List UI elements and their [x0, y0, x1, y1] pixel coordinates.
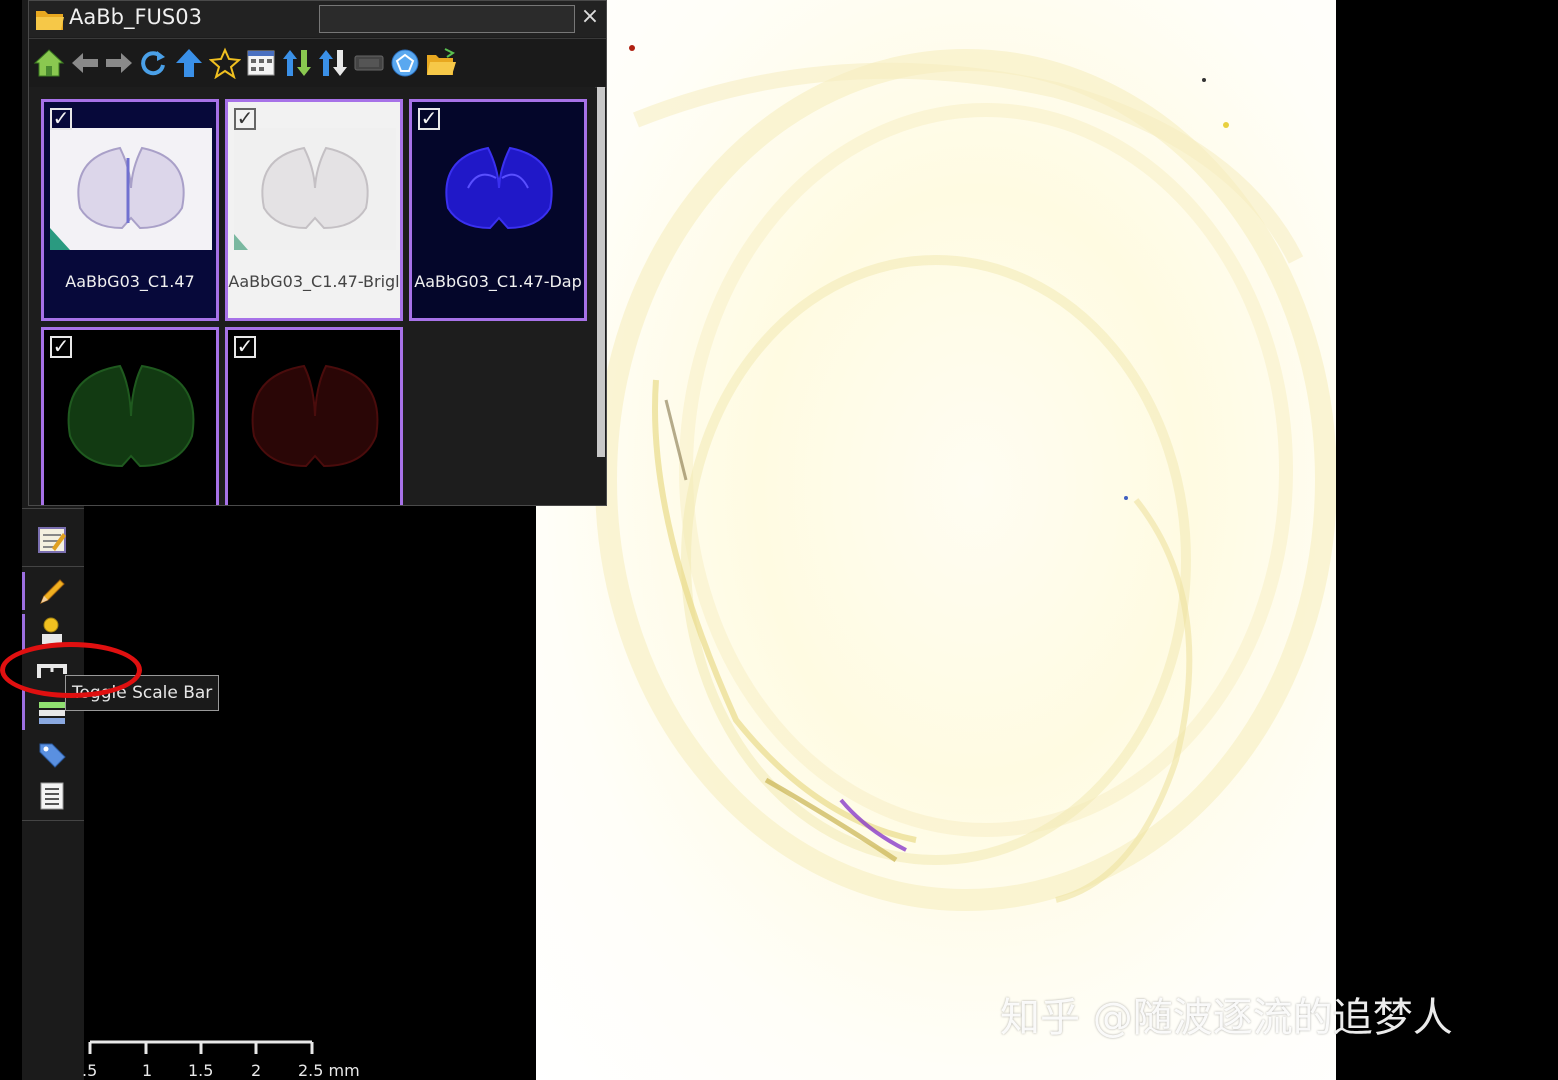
thumbnail-grid: ✓ AaBbG03_C1.47 ✓ AaBbG03_C1.47-Brigl ✓ … [29, 87, 595, 505]
tag-icon[interactable] [36, 738, 68, 770]
thumbnail-label: AaBbG03_C1.47-Dap [414, 272, 582, 291]
annotation-note-icon[interactable] [36, 524, 68, 556]
toolbar-divider [22, 566, 84, 567]
open-folder-icon[interactable] [425, 47, 457, 79]
thumbnail-image [251, 364, 379, 468]
scale-tick-label: .5 [82, 1061, 98, 1080]
scale-tick-label: 1 [142, 1061, 153, 1080]
thumbnail-label: AaBbG03_C1.47 [65, 272, 195, 291]
thumbnail-scrollbar[interactable] [597, 87, 605, 457]
thumbnail-image [67, 364, 195, 468]
scale-tick-label: 2.5 mm [298, 1061, 360, 1080]
scale-bar-ruler [88, 1040, 314, 1054]
thumbnail-image [445, 146, 553, 230]
grid-view-icon[interactable] [245, 47, 277, 79]
image-viewer[interactable] [536, 0, 1336, 1080]
pencil-icon[interactable] [36, 576, 68, 608]
thumbnail-checkbox[interactable]: ✓ [234, 108, 256, 130]
home-icon[interactable] [33, 47, 65, 79]
thumbnail-checkbox[interactable]: ✓ [234, 336, 256, 358]
color-bars-icon[interactable] [36, 696, 68, 728]
thumbnail-item[interactable]: ✓ [225, 327, 403, 505]
toolbar-accent [22, 572, 25, 610]
folder-icon [36, 11, 64, 30]
toolbar-divider [22, 820, 84, 821]
thumbnail-item[interactable]: ✓ AaBbG03_C1.47-Dap [409, 99, 587, 321]
favorite-icon[interactable] [209, 47, 241, 79]
folder-window-titlebar[interactable]: AaBb_FUS03 × [29, 1, 606, 37]
back-icon[interactable] [69, 47, 101, 79]
thumbnail-checkbox[interactable]: ✓ [50, 108, 72, 130]
scale-tick-label: 2 [251, 1061, 262, 1080]
thumbnail-item[interactable]: ✓ AaBbG03_C1.47 [41, 99, 219, 321]
sort-asc-icon[interactable] [281, 47, 313, 79]
slide-icon[interactable] [353, 47, 385, 79]
toolbar-accent [22, 614, 25, 652]
thumbnail-checkbox[interactable]: ✓ [418, 108, 440, 130]
close-button[interactable]: × [577, 3, 603, 31]
app-stage: AaBb_FUS03 × ✓ AaBbG03_C1.47 ✓ AaBbG03_C… [0, 0, 1558, 1080]
thumbnail-item[interactable]: ✓ AaBbG03_C1.47-Brigl [225, 99, 403, 321]
folder-window[interactable]: AaBb_FUS03 × ✓ AaBbG03_C1.47 ✓ AaBbG03_C… [28, 0, 607, 506]
sort-desc-icon[interactable] [317, 47, 349, 79]
network-icon[interactable] [389, 47, 421, 79]
folder-search-input[interactable] [319, 5, 575, 33]
thumbnail-checkbox[interactable]: ✓ [50, 336, 72, 358]
toolbar-divider [22, 508, 84, 509]
thumbnail-label: AaBbG03_C1.47-Brigl [228, 272, 400, 291]
brain-section-image [595, 45, 1336, 911]
folder-toolbar [29, 38, 606, 88]
highlight-annotation [0, 642, 142, 698]
thumbnail-item[interactable]: ✓ [41, 327, 219, 505]
folder-window-title: AaBb_FUS03 [69, 5, 202, 29]
refresh-icon[interactable] [137, 47, 169, 79]
watermark: 知乎 @随波逐流的追梦人 [1000, 995, 1453, 1041]
thumbnail-image [50, 128, 212, 250]
thumbnail-image [234, 128, 396, 250]
scale-bar: .5 1 1.5 2 2.5 mm [82, 1034, 372, 1080]
scale-tick-label: 1.5 [188, 1061, 214, 1080]
up-icon[interactable] [173, 47, 205, 79]
forward-icon[interactable] [103, 47, 135, 79]
toolbar-accent [22, 690, 25, 730]
list-icon[interactable] [36, 780, 68, 812]
